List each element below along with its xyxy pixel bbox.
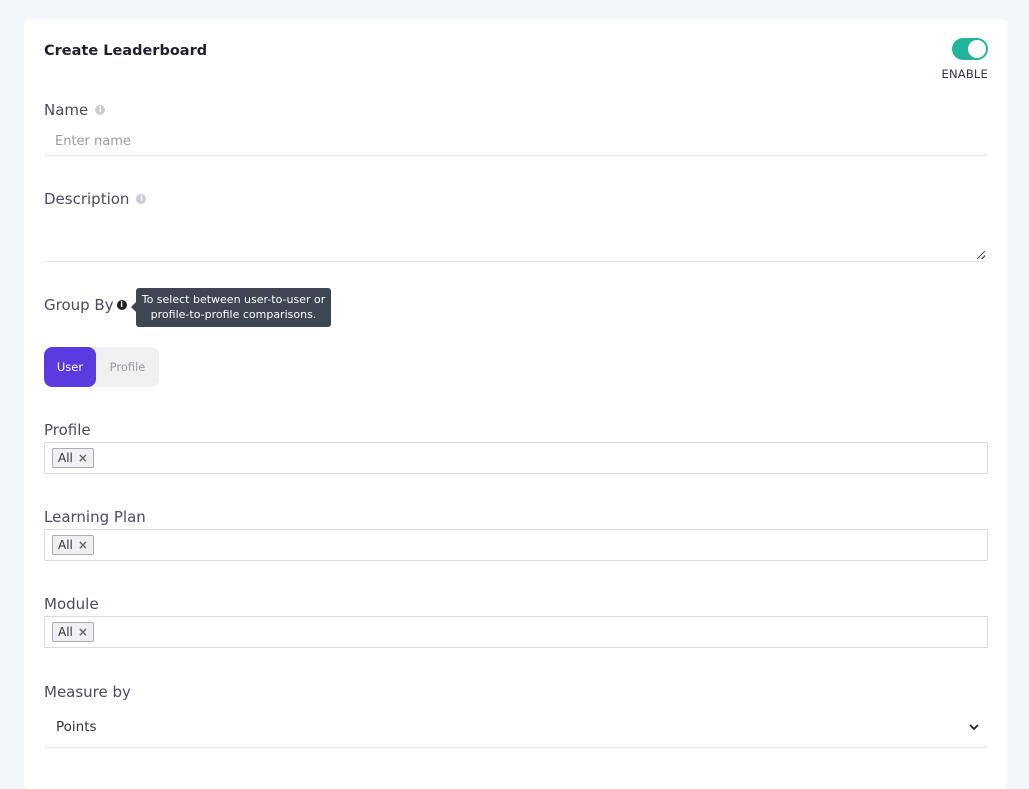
- description-label: Description i: [44, 190, 147, 208]
- profile-label-text: Profile: [44, 421, 91, 439]
- module-label-text: Module: [44, 595, 99, 613]
- remove-tag-icon[interactable]: ×: [78, 623, 88, 641]
- group-by-tooltip: To select between user-to-user or profil…: [131, 288, 331, 327]
- profile-label: Profile: [44, 421, 91, 439]
- description-label-text: Description: [44, 190, 130, 208]
- measure-by-label-text: Measure by: [44, 683, 131, 701]
- chevron-down-icon: [969, 721, 979, 734]
- measure-by-select[interactable]: Points: [44, 707, 987, 748]
- profile-multiselect[interactable]: All ×: [44, 442, 988, 474]
- tooltip-line: To select between user-to-user or: [141, 293, 326, 306]
- module-label: Module: [44, 595, 99, 613]
- learning-plan-label-text: Learning Plan: [44, 508, 146, 526]
- tag-label: All: [58, 625, 73, 639]
- info-icon[interactable]: i: [116, 300, 127, 310]
- info-icon[interactable]: i: [136, 194, 147, 204]
- group-by-label: Group By i: [44, 296, 127, 314]
- page-title: Create Leaderboard: [44, 43, 208, 59]
- learning-plan-label: Learning Plan: [44, 508, 146, 526]
- remove-tag-icon[interactable]: ×: [78, 449, 88, 467]
- resize-handle-icon[interactable]: [977, 251, 985, 259]
- module-multiselect[interactable]: All ×: [44, 616, 988, 648]
- description-textarea[interactable]: [44, 220, 987, 262]
- measure-by-label: Measure by: [44, 683, 131, 701]
- tag-chip: All ×: [52, 448, 94, 468]
- learning-plan-multiselect[interactable]: All ×: [44, 529, 988, 561]
- name-label-text: Name: [44, 101, 89, 119]
- tag-chip: All ×: [52, 535, 94, 555]
- group-by-segmented-control: User Profile: [44, 347, 159, 387]
- group-by-profile-option[interactable]: Profile: [96, 347, 159, 387]
- enable-toggle[interactable]: [952, 38, 988, 60]
- name-input[interactable]: [44, 128, 987, 156]
- measure-by-value: Points: [56, 719, 97, 735]
- toggle-knob: [968, 40, 986, 58]
- group-by-label-text: Group By: [44, 296, 114, 314]
- name-label: Name i: [44, 101, 106, 119]
- tooltip-line: profile-to-profile comparisons.: [150, 308, 317, 321]
- leaderboard-form-card: Create Leaderboard ENABLE Name i Descrip…: [24, 19, 1007, 789]
- tag-label: All: [58, 451, 73, 465]
- info-icon[interactable]: i: [95, 105, 106, 115]
- tag-label: All: [58, 538, 73, 552]
- tag-chip: All ×: [52, 622, 94, 642]
- group-by-user-option[interactable]: User: [44, 347, 96, 387]
- enable-label: ENABLE: [941, 67, 988, 81]
- remove-tag-icon[interactable]: ×: [78, 536, 88, 554]
